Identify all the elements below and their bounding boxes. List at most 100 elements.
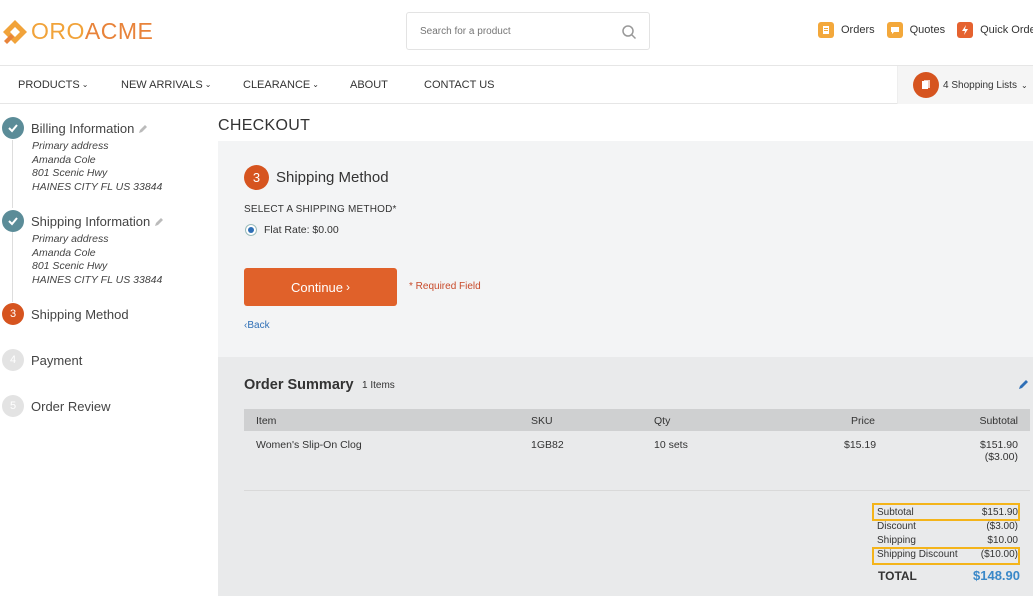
nav-products-label: PRODUCTS [18,79,80,91]
step-connector [12,232,13,302]
chevron-down-icon: ⌄ [1020,80,1028,90]
quotes-link[interactable]: Quotes [886,22,946,38]
address-line: HAINES CITY FL US 33844 [32,273,163,286]
shipping-method-label: SELECT A SHIPPING METHOD* [244,204,397,215]
required-field-note: * Required Field [409,281,481,292]
chevron-down-icon: ⌄ [204,80,212,89]
shopping-lists-button[interactable]: 4 Shopping Lists ⌄ [897,66,1033,104]
checkout-steps: Billing Information Primary address Aman… [0,104,218,596]
address-line: Amanda Cole [32,153,96,166]
brand-logo[interactable]: OROACME [2,18,153,45]
step-number-badge: 3 [244,165,269,190]
highlight-box [872,503,1020,521]
step-shipping-information[interactable]: Shipping Information [31,214,164,229]
step-number-badge: 4 [2,349,24,371]
order-summary-title: Order Summary [244,377,354,393]
orders-link[interactable]: Orders [818,22,875,38]
column-header-item: Item [256,415,277,427]
billing-address: Primary address Amanda Cole 801 Scenic H… [32,140,162,194]
step-order-review: Order Review [31,399,111,414]
column-header-subtotal: Subtotal [979,415,1018,427]
shipping-value: $10.00 [987,535,1018,546]
item-subtotal: $151.90 ($3.00) [980,439,1018,463]
edit-pencil-icon[interactable] [1018,379,1029,390]
quotes-icon [886,22,903,38]
address-line: 801 Scenic Hwy [32,260,108,272]
divider [244,490,1030,491]
shipping-label: Shipping [877,535,916,546]
nav-clearance[interactable]: CLEARANCE ⌄ [243,79,319,91]
page-title: CHECKOUT [218,117,311,134]
address-line: Primary address [32,233,109,245]
column-header-price: Price [851,415,875,427]
address-line: HAINES CITY FL US 33844 [32,180,163,193]
discount-line: Discount ($3.00) [875,519,1020,533]
shopping-list-icon [913,72,939,98]
logo-prefix: ORO [31,18,85,44]
nav-new-arrivals-label: NEW ARRIVALS [121,79,203,91]
item-count: 1 Items [362,380,395,391]
quick-order-label: Quick Order F [980,24,1033,36]
site-header: OROACME Orders Quotes Quick Order F [0,0,1033,66]
header-links: Orders Quotes Quick Order F [818,22,1033,38]
item-qty: 10 sets [654,439,688,451]
address-line: Primary address [32,140,109,152]
nav-about[interactable]: ABOUT [350,79,388,91]
nav-new-arrivals[interactable]: NEW ARRIVALS ⌄ [121,79,211,91]
shipping-method-panel: 3 Shipping Method SELECT A SHIPPING METH… [218,141,1033,357]
search-input[interactable] [420,13,620,49]
nav-contact-us[interactable]: CONTACT US [424,79,495,91]
step-payment: Payment [31,353,83,368]
highlight-box [872,547,1020,565]
continue-label: Continue [290,279,344,295]
step-number-badge: 5 [2,395,24,417]
table-row: Women's Slip-On Clog 1GB82 10 sets $15.1… [244,436,1030,486]
step-billing-label: Billing Information [31,121,135,136]
step-shipping-info-label: Shipping Information [31,214,151,229]
flat-rate-label[interactable]: Flat Rate: $0.00 [264,224,339,236]
shipping-address: Primary address Amanda Cole 801 Scenic H… [32,233,162,287]
continue-button[interactable]: Continue › [244,268,397,306]
pencil-icon[interactable] [138,124,148,134]
discount-value: ($3.00) [986,521,1018,532]
quotes-label: Quotes [909,24,946,36]
back-label: Back [247,320,270,331]
search-icon[interactable] [621,24,637,40]
step-check-icon [2,210,24,232]
quick-order-link[interactable]: Quick Order F [957,22,1033,38]
item-price: $15.19 [844,439,877,451]
orders-label: Orders [841,24,875,36]
step-connector [12,140,13,208]
orders-icon [818,22,834,38]
logo-text: OROACME [31,18,153,45]
item-discount-value: ($3.00) [984,451,1018,463]
step-number-badge: 3 [2,303,24,325]
nav-products[interactable]: PRODUCTS ⌄ [18,79,88,91]
step-billing-information[interactable]: Billing Information [31,121,148,136]
chevron-down-icon: ⌄ [81,80,89,89]
total-value: $148.90 [973,568,1020,583]
step-check-icon [2,117,24,139]
nav-clearance-label: CLEARANCE [243,79,311,91]
search-box [406,12,650,50]
item-name: Women's Slip-On Clog [256,439,362,451]
panel-title: Shipping Method [276,169,389,186]
logo-suffix: ACME [84,18,154,44]
column-header-qty: Qty [654,415,671,427]
discount-label: Discount [877,521,916,532]
quick-order-icon [957,22,974,38]
address-line: 801 Scenic Hwy [32,167,108,179]
shipping-line: Shipping $10.00 [875,533,1020,547]
back-link[interactable]: ‹Back [244,320,270,331]
address-line: Amanda Cole [32,246,96,259]
main-nav: PRODUCTS ⌄ NEW ARRIVALS ⌄ CLEARANCE ⌄ ABOUT… [0,66,1033,104]
item-sku: 1GB82 [531,439,564,451]
total-label: TOTAL [878,569,917,583]
flat-rate-radio[interactable] [245,224,257,236]
pencil-icon[interactable] [154,217,164,227]
chevron-down-icon: ⌄ [312,80,319,89]
item-subtotal-value: $151.90 [980,439,1018,451]
chevron-right-icon: › [346,280,351,294]
total-line: TOTAL $148.90 [878,568,1020,587]
step-shipping-method: Shipping Method [31,307,129,322]
